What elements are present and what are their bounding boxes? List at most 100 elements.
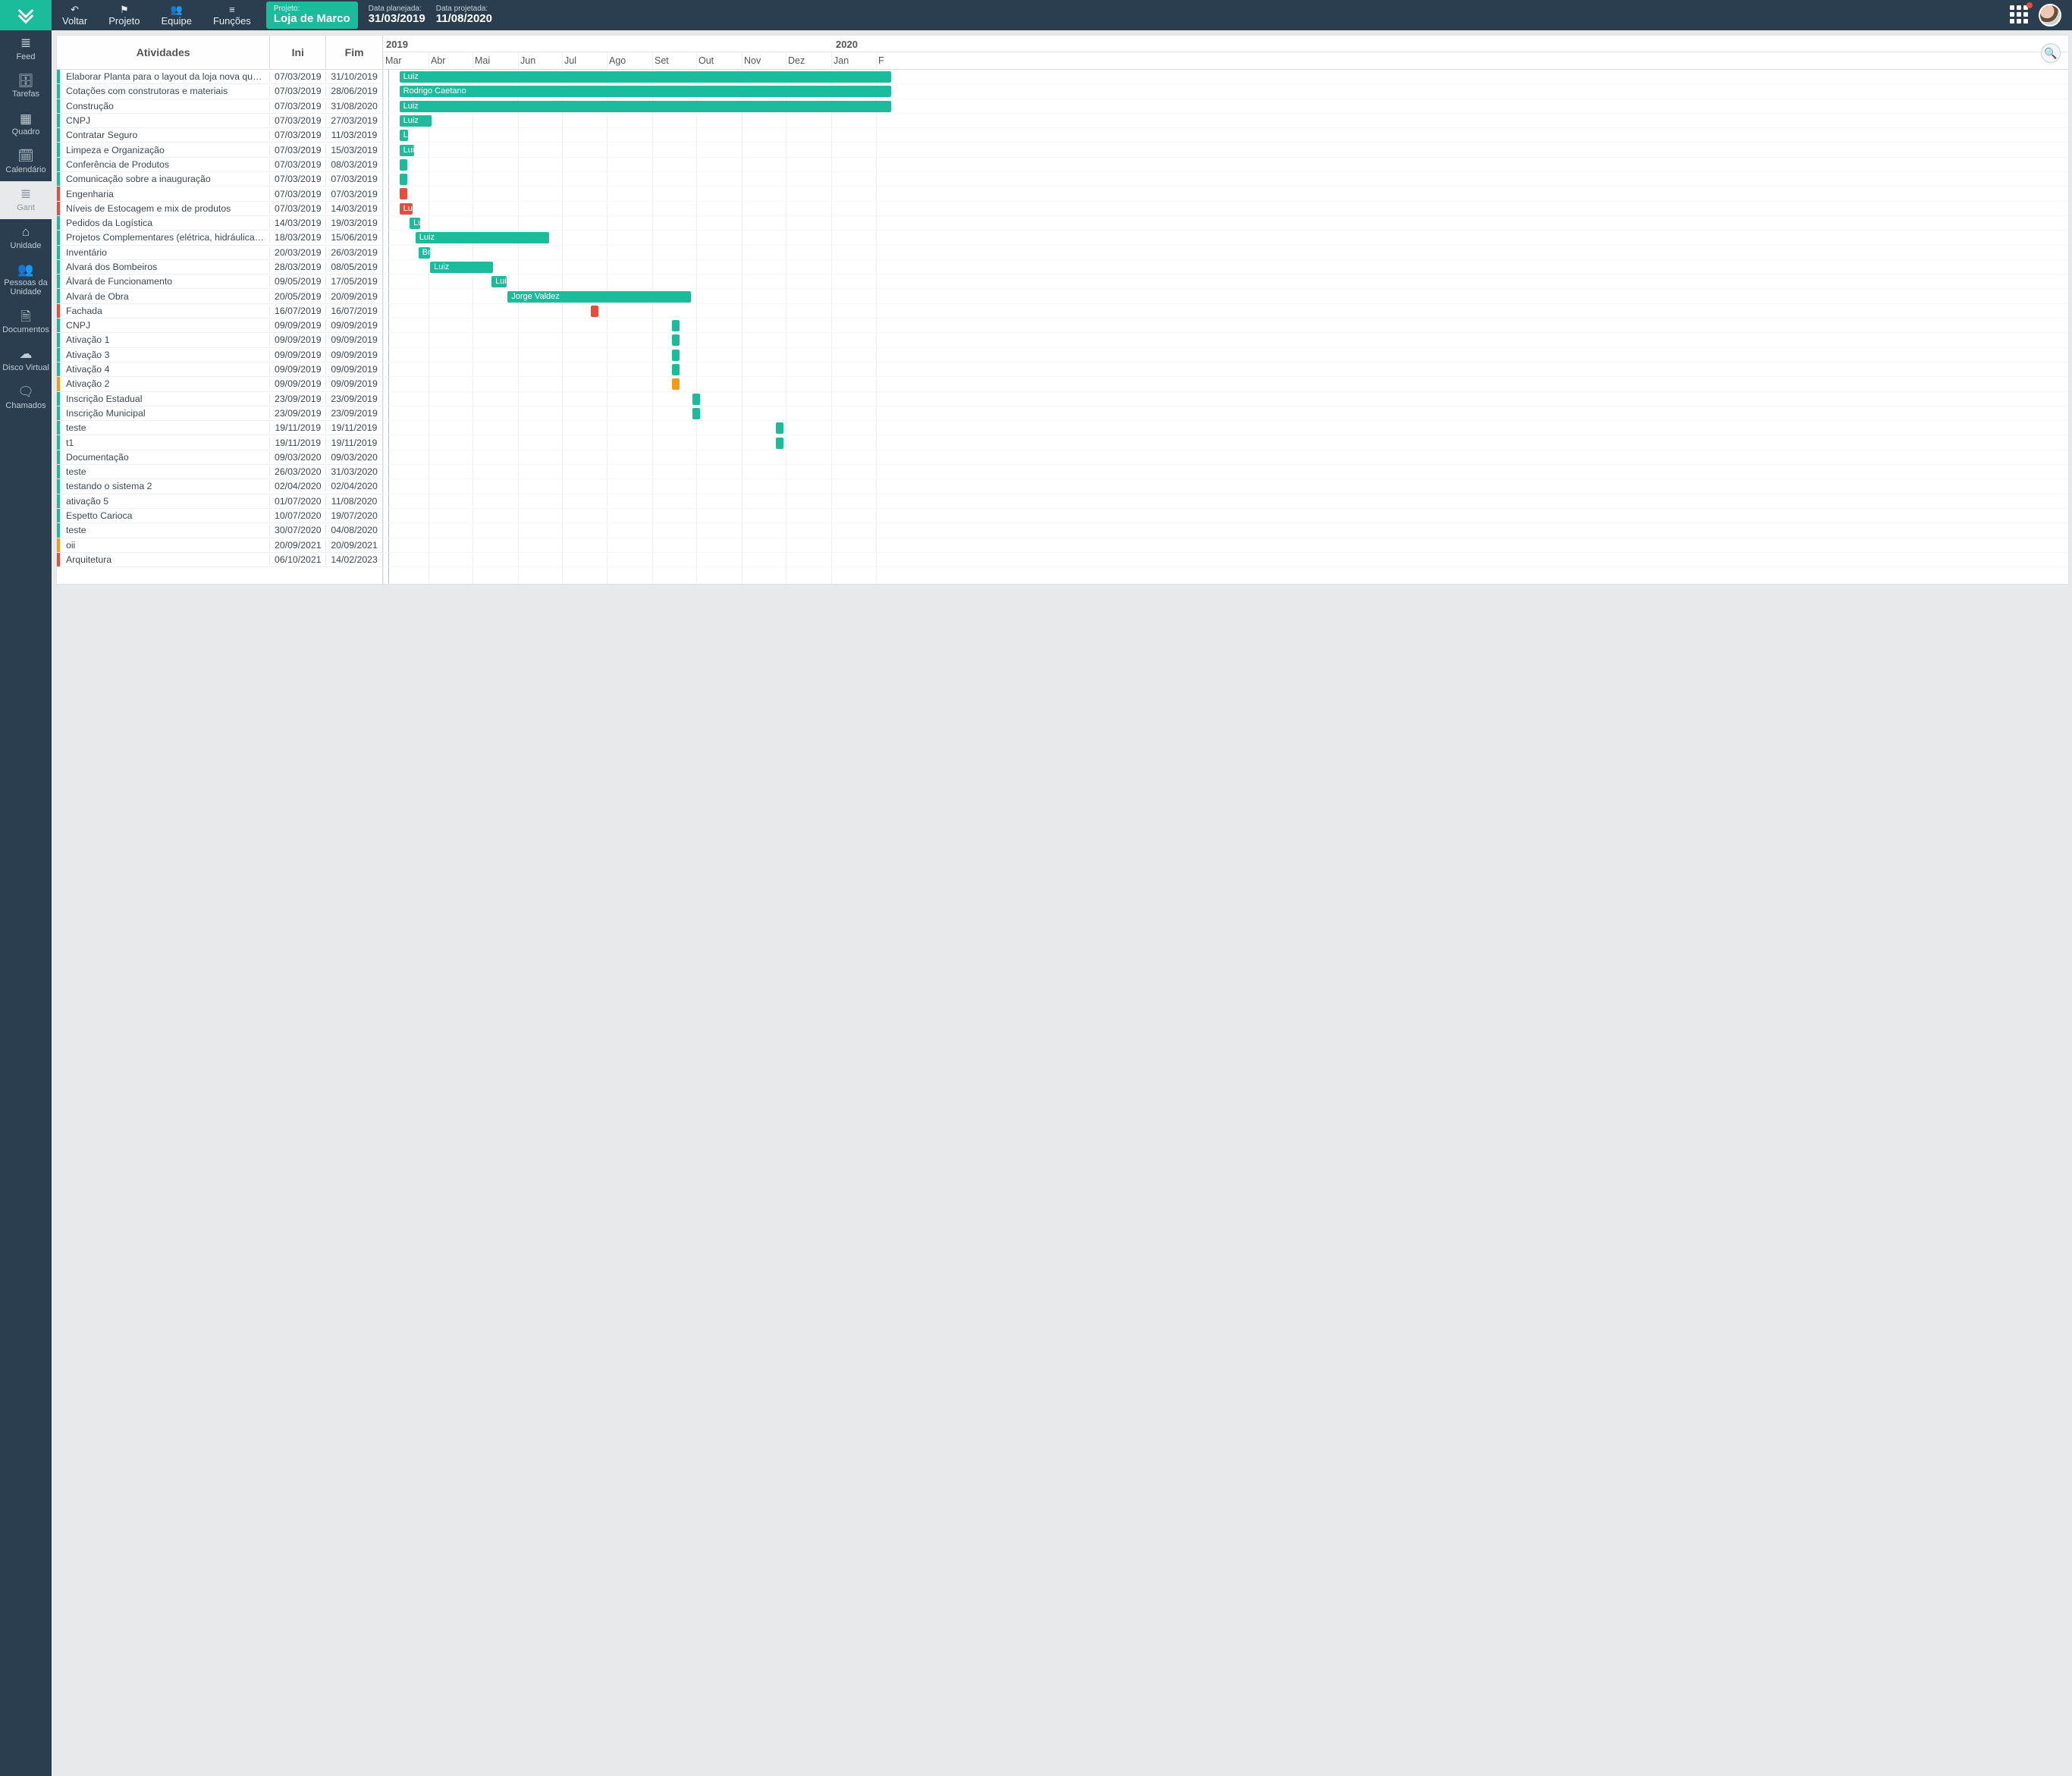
gantt-bar[interactable]: [400, 188, 407, 199]
gantt-bar[interactable]: Luiz: [400, 115, 432, 127]
table-row[interactable]: Pedidos da Logística14/03/201919/03/2019: [57, 216, 382, 231]
activity-start: 09/09/2019: [270, 334, 326, 345]
sidenav-item-chamados[interactable]: 🗨Chamados: [0, 379, 52, 417]
apps-grid-icon[interactable]: [2010, 5, 2030, 25]
gantt-bar[interactable]: Luiz: [430, 262, 493, 273]
activity-end: 09/09/2019: [326, 350, 382, 360]
timeline-row: [383, 333, 2068, 347]
sidenav-item-feed[interactable]: ≣Feed: [0, 30, 52, 68]
gantt-bar[interactable]: [776, 422, 783, 434]
gantt-bar[interactable]: Lu: [400, 203, 413, 215]
table-row[interactable]: CNPJ07/03/201927/03/2019: [57, 114, 382, 128]
table-row[interactable]: Contratar Seguro07/03/201911/03/2019: [57, 128, 382, 143]
app-logo[interactable]: [0, 0, 52, 30]
table-row[interactable]: Arquitetura06/10/202114/02/2023: [57, 553, 382, 567]
gantt-bar[interactable]: [672, 378, 680, 390]
sidenav-item-tarefas[interactable]: 🗄Tarefas: [0, 68, 52, 106]
table-row[interactable]: Inscrição Municipal23/09/201923/09/2019: [57, 406, 382, 421]
gantt-bar[interactable]: [776, 438, 783, 449]
search-icon[interactable]: 🔍: [2041, 43, 2061, 63]
table-row[interactable]: Alvará dos Bombeiros28/03/201908/05/2019: [57, 260, 382, 275]
table-row[interactable]: Conferência de Produtos07/03/201908/03/2…: [57, 158, 382, 172]
gantt-bar[interactable]: Luiz: [400, 71, 891, 83]
table-row[interactable]: Projetos Complementares (elétrica, hidrá…: [57, 231, 382, 245]
activity-name: Contratar Seguro: [60, 130, 270, 140]
table-row[interactable]: Engenharia07/03/201907/03/2019: [57, 187, 382, 201]
sidenav-item-documentos[interactable]: 🗎Documentos: [0, 304, 52, 342]
project-chip[interactable]: Projeto: Loja de Marco: [266, 2, 358, 30]
gantt-bar[interactable]: [692, 394, 700, 405]
activity-end: 09/09/2019: [326, 320, 382, 331]
table-row[interactable]: Fachada16/07/201916/07/2019: [57, 304, 382, 318]
table-row[interactable]: Alvará de Obra20/05/201920/09/2019: [57, 289, 382, 303]
gantt-bar[interactable]: Br: [419, 247, 431, 259]
sidenav-item-quadro[interactable]: ▦Quadro: [0, 106, 52, 144]
table-row[interactable]: Níveis de Estocagem e mix de produtos07/…: [57, 202, 382, 216]
calendario-icon: 🗓: [2, 149, 50, 164]
topnav-projeto[interactable]: ⚑Projeto: [98, 0, 150, 30]
activity-end: 09/09/2019: [326, 378, 382, 389]
activity-start: 23/09/2019: [270, 394, 326, 404]
table-row[interactable]: Inventário20/03/201926/03/2019: [57, 246, 382, 260]
table-row[interactable]: Comunicação sobre a inauguração07/03/201…: [57, 172, 382, 187]
gantt-bar[interactable]: [692, 408, 700, 419]
table-row[interactable]: teste30/07/202004/08/2020: [57, 523, 382, 538]
table-row[interactable]: teste26/03/202031/03/2020: [57, 465, 382, 479]
gantt-bar[interactable]: [672, 350, 680, 361]
gantt-bar[interactable]: Luiz: [400, 101, 891, 112]
table-row[interactable]: ativação 501/07/202011/08/2020: [57, 494, 382, 509]
gantt-bar[interactable]: L: [400, 130, 409, 141]
sidenav-item-gant[interactable]: ≣Gant: [0, 181, 52, 219]
gantt-bar[interactable]: [591, 306, 598, 317]
table-row[interactable]: Espetto Carioca10/07/202019/07/2020: [57, 509, 382, 523]
table-row[interactable]: Álvará de Funcionamento09/05/201917/05/2…: [57, 275, 382, 289]
table-row[interactable]: Elaborar Planta para o layout da loja no…: [57, 70, 382, 84]
topnav-equipe[interactable]: 👥Equipe: [150, 0, 202, 30]
timeline-row: Jorge Valdez: [383, 290, 2068, 304]
table-row[interactable]: teste19/11/201919/11/2019: [57, 421, 382, 435]
timeline-row: Luiz: [383, 70, 2068, 84]
gant-icon: ≣: [2, 187, 50, 202]
gantt-bar[interactable]: Rodrigo Caetano: [400, 86, 891, 97]
gantt-bar[interactable]: Luiz: [416, 232, 549, 243]
gantt-bar[interactable]: Jorge Valdez: [507, 291, 690, 303]
column-header-fim[interactable]: Fim: [326, 36, 382, 69]
table-row[interactable]: oii20/09/202120/09/2021: [57, 538, 382, 553]
planned-date-label: Data planejada:: [369, 5, 425, 13]
gantt-bar[interactable]: Lu: [410, 218, 420, 229]
topnav-voltar[interactable]: ↶Voltar: [52, 0, 98, 30]
timeline-month: Ago: [607, 52, 626, 70]
column-header-atividades[interactable]: Atividades: [57, 36, 270, 69]
sidenav-item-disco[interactable]: ☁Disco Virtual: [0, 341, 52, 379]
gantt-bar[interactable]: Lui: [400, 145, 414, 156]
gantt-timeline[interactable]: 🔍 20192020 MarAbrMaiJunJulAgoSetOutNovDe…: [383, 36, 2068, 584]
table-row[interactable]: Ativação 109/09/201909/09/2019: [57, 333, 382, 347]
table-row[interactable]: t119/11/201919/11/2019: [57, 435, 382, 450]
gantt-bar[interactable]: [400, 159, 407, 171]
table-row[interactable]: Inscrição Estadual23/09/201923/09/2019: [57, 392, 382, 406]
gantt-grid-body: Elaborar Planta para o layout da loja no…: [57, 70, 382, 584]
table-row[interactable]: Ativação 209/09/201909/09/2019: [57, 377, 382, 391]
sidenav-item-unidade[interactable]: ⌂Unidade: [0, 219, 52, 257]
gantt-bar[interactable]: [672, 334, 680, 346]
table-row[interactable]: testando o sistema 202/04/202002/04/2020: [57, 479, 382, 494]
sidenav-item-label: Feed: [16, 52, 35, 61]
timeline-month: Set: [652, 52, 669, 70]
gantt-bar[interactable]: Lui: [491, 276, 506, 287]
table-row[interactable]: Documentação09/03/202009/03/2020: [57, 450, 382, 465]
table-row[interactable]: Ativação 309/09/201909/09/2019: [57, 348, 382, 362]
avatar[interactable]: [2039, 4, 2061, 27]
topnav-funcoes[interactable]: ≡Funções: [202, 0, 262, 30]
gantt-bar[interactable]: [400, 174, 407, 185]
table-row[interactable]: Limpeza e Organização07/03/201915/03/201…: [57, 143, 382, 157]
sidenav-item-calendario[interactable]: 🗓Calendário: [0, 143, 52, 181]
table-row[interactable]: Cotações com construtoras e materiais07/…: [57, 84, 382, 99]
table-row[interactable]: Ativação 409/09/201909/09/2019: [57, 362, 382, 377]
activity-name: Ativação 2: [60, 378, 270, 389]
sidenav-item-pessoas[interactable]: 👥Pessoas da Unidade: [0, 257, 52, 304]
table-row[interactable]: CNPJ09/09/201909/09/2019: [57, 318, 382, 333]
table-row[interactable]: Construção07/03/201931/08/2020: [57, 99, 382, 114]
column-header-ini[interactable]: Ini: [270, 36, 326, 69]
gantt-bar[interactable]: [672, 320, 680, 331]
gantt-bar[interactable]: [672, 364, 680, 375]
